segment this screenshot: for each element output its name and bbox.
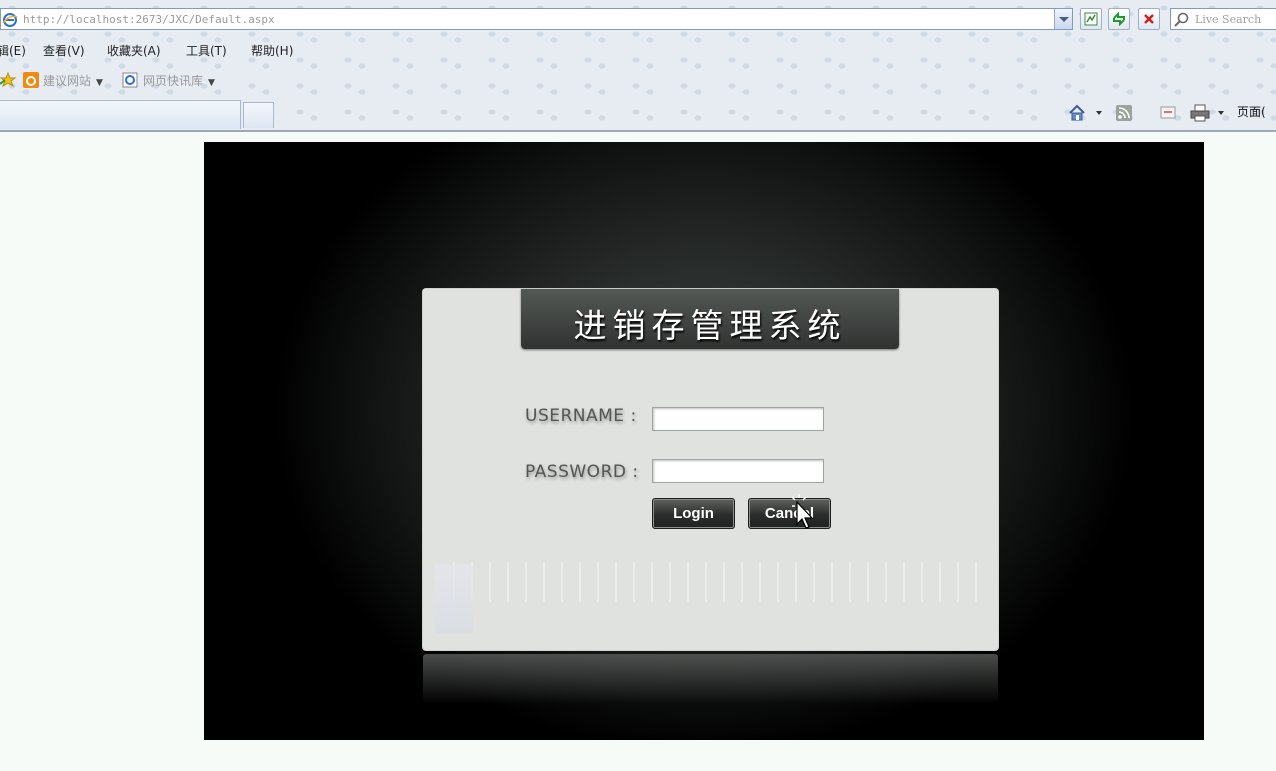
decorative-block xyxy=(435,564,473,634)
page-title: 进销存管理系统 xyxy=(573,306,847,345)
address-dropdown-button[interactable] xyxy=(1054,9,1072,29)
decorative-stripes xyxy=(437,562,977,602)
page-menu-button[interactable]: 页面( xyxy=(1237,103,1266,120)
search-input[interactable]: Live Search xyxy=(1170,8,1276,30)
read-mail-icon[interactable] xyxy=(1160,106,1176,120)
print-icon[interactable] xyxy=(1190,104,1210,122)
favorites-bar: 建议网站 ▼ 网页快讯库 ▼ xyxy=(0,68,1276,92)
web-slice-icon xyxy=(122,72,138,88)
fav-web-slice-gallery[interactable]: 网页快讯库 ▼ xyxy=(143,72,215,89)
password-label: PASSWORD : xyxy=(525,462,639,482)
login-button[interactable]: Login xyxy=(652,498,735,529)
ie-page-icon xyxy=(2,13,18,27)
menu-help[interactable]: 帮助(H) xyxy=(251,42,293,59)
favorites-star-icon[interactable] xyxy=(0,72,16,88)
refresh-button[interactable] xyxy=(1108,8,1130,30)
fav-suggested-sites[interactable]: 建议网站 ▼ xyxy=(43,72,103,89)
menu-tools[interactable]: 工具(T) xyxy=(186,42,227,59)
chevron-down-icon: ▼ xyxy=(208,78,215,88)
panel-reflection xyxy=(423,654,998,704)
address-url[interactable]: http://localhost:2673/JXC/Default.aspx xyxy=(23,13,275,26)
compatibility-icon xyxy=(1084,12,1098,26)
search-placeholder: Live Search xyxy=(1195,13,1262,26)
rss-feed-icon[interactable] xyxy=(1116,105,1132,121)
home-icon[interactable] xyxy=(1068,104,1086,122)
username-input[interactable] xyxy=(652,407,824,431)
menu-edit[interactable]: 辑(E) xyxy=(0,42,26,59)
menu-view[interactable]: 查看(V) xyxy=(43,42,85,59)
refresh-icon xyxy=(1113,12,1125,26)
stop-icon xyxy=(1144,14,1154,24)
menu-favorites[interactable]: 收藏夹(A) xyxy=(107,42,161,59)
mouse-cursor-icon xyxy=(792,494,814,529)
browser-chrome: http://localhost:2673/JXC/Default.aspx L… xyxy=(0,0,1276,132)
new-tab-button[interactable] xyxy=(243,102,274,128)
tab-current-page[interactable] xyxy=(0,100,241,129)
login-panel: 进销存管理系统 USERNAME : PASSWORD : Login Canc… xyxy=(423,289,998,650)
password-input[interactable] xyxy=(652,459,824,483)
fav-suggested-sites-label: 建议网站 xyxy=(43,74,92,88)
chevron-down-icon: ▼ xyxy=(96,78,103,88)
suggested-sites-icon xyxy=(23,72,39,88)
chevron-down-icon[interactable] xyxy=(1096,111,1102,115)
compatibility-button[interactable] xyxy=(1080,8,1102,30)
search-icon xyxy=(1174,12,1189,27)
username-label: USERNAME : xyxy=(525,406,637,426)
chevron-down-icon[interactable] xyxy=(1218,111,1224,115)
menu-bar: 辑(E) 查看(V) 收藏夹(A) 工具(T) 帮助(H) xyxy=(0,40,1276,60)
stop-button[interactable] xyxy=(1138,8,1160,30)
title-banner: 进销存管理系统 xyxy=(521,289,899,349)
login-stage: 进销存管理系统 USERNAME : PASSWORD : Login Canc… xyxy=(204,142,1204,740)
address-bar[interactable]: http://localhost:2673/JXC/Default.aspx xyxy=(0,8,1073,30)
cancel-button[interactable]: Cancel xyxy=(748,498,831,529)
fav-web-slice-label: 网页快讯库 xyxy=(143,74,204,88)
address-row: http://localhost:2673/JXC/Default.aspx L… xyxy=(0,5,1276,33)
